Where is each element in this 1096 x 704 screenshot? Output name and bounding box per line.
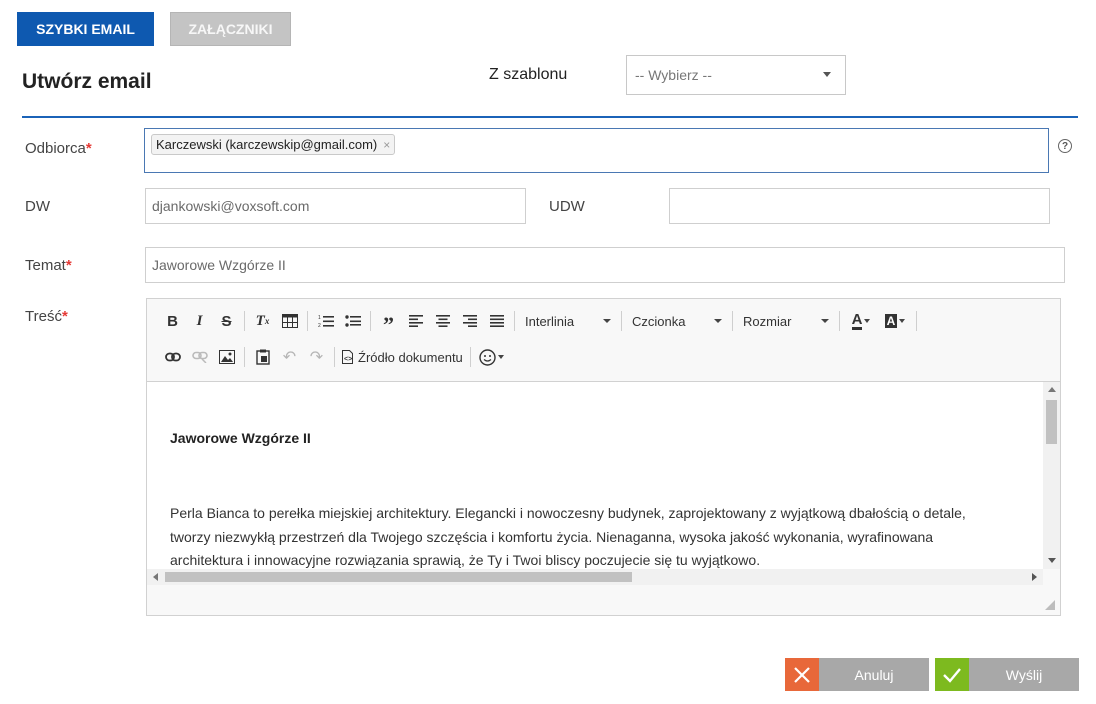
help-icon[interactable]: ? [1058, 139, 1072, 153]
bcc-field[interactable] [669, 188, 1050, 224]
line-height-dropdown[interactable]: Interlinia [519, 309, 617, 333]
text-color-icon[interactable]: A [844, 309, 878, 333]
chevron-down-icon [821, 319, 829, 323]
toolbar-separator [244, 347, 245, 367]
remove-chip-icon[interactable]: × [383, 138, 390, 152]
toolbar-separator [244, 311, 245, 331]
recipient-label-text: Odbiorca [25, 140, 86, 157]
table-icon[interactable] [276, 309, 303, 333]
template-label: Z szablonu [489, 66, 568, 83]
font-dropdown[interactable]: Czcionka [626, 309, 728, 333]
image-icon[interactable] [213, 345, 240, 369]
font-label: Czcionka [632, 313, 686, 329]
vertical-scrollbar[interactable] [1043, 382, 1060, 569]
close-icon [785, 658, 819, 691]
toolbar-separator [732, 311, 733, 331]
align-right-icon[interactable] [456, 309, 483, 333]
source-label: Źródło dokumentu [358, 349, 463, 365]
body-label: Treść* [25, 308, 68, 325]
recipient-chip-label: Karczewski (karczewskip@gmail.com) [156, 137, 378, 152]
scroll-right-icon[interactable] [1032, 573, 1037, 581]
redo-icon[interactable]: ↷ [303, 345, 330, 369]
toolbar-separator [469, 347, 471, 367]
source-button[interactable]: <> Źródło dokumentu [339, 345, 466, 369]
vertical-scroll-thumb[interactable] [1046, 400, 1057, 444]
send-button[interactable]: Wyślij [935, 658, 1079, 691]
scroll-up-icon[interactable] [1048, 387, 1056, 392]
rich-text-editor: B I S Tx 12 ” Interlinia Czcionka Rozmia… [146, 298, 1061, 616]
subject-field[interactable]: Jaworowe Wzgórze II [145, 247, 1065, 283]
toolbar-separator [916, 311, 917, 331]
template-select-value: -- Wybierz -- [635, 67, 712, 83]
paste-word-icon[interactable] [249, 345, 276, 369]
toolbar-separator [621, 311, 622, 331]
link-icon[interactable] [159, 345, 186, 369]
toolbar-separator [334, 347, 335, 367]
recipient-field[interactable]: Karczewski (karczewskip@gmail.com) × [144, 128, 1049, 173]
numbered-list-icon[interactable]: 12 [312, 309, 339, 333]
header-divider [22, 116, 1078, 118]
undo-icon[interactable]: ↶ [276, 345, 303, 369]
align-left-icon[interactable] [402, 309, 429, 333]
check-icon [935, 658, 969, 691]
content-paragraph: Perla Bianca to perełka miejskiej archit… [170, 505, 966, 568]
subject-label-text: Temat [25, 257, 66, 274]
blockquote-icon[interactable]: ” [375, 309, 402, 336]
emoji-icon[interactable] [475, 345, 509, 369]
line-height-label: Interlinia [525, 313, 575, 329]
size-dropdown[interactable]: Rozmiar [737, 309, 835, 333]
chevron-down-icon [603, 319, 611, 323]
editor-toolbar-row-2: ↶ ↷ <> Źródło dokumentu [159, 343, 509, 371]
subject-label: Temat* [25, 257, 72, 274]
background-color-icon[interactable]: A [878, 309, 912, 333]
recipient-label: Odbiorca* [25, 140, 92, 157]
editor-toolbar-row-1: B I S Tx 12 ” Interlinia Czcionka Rozmia… [159, 307, 921, 336]
cc-label: DW [25, 198, 50, 215]
recipient-chip: Karczewski (karczewskip@gmail.com) × [151, 134, 396, 155]
toolbar-separator [514, 311, 515, 331]
page-title: Utwórz email [22, 70, 152, 93]
italic-icon[interactable]: I [186, 309, 213, 333]
remove-format-icon[interactable]: Tx [249, 309, 276, 333]
toolbar-separator [370, 311, 371, 331]
scroll-down-icon[interactable] [1048, 558, 1056, 563]
editor-content[interactable]: Jaworowe Wzgórze II Perla Bianca to pere… [147, 381, 1060, 569]
bullet-list-icon[interactable] [339, 309, 366, 333]
body-label-text: Treść [25, 308, 62, 325]
scroll-left-icon[interactable] [153, 573, 158, 581]
required-mark: * [85, 140, 92, 157]
svg-text:2: 2 [318, 323, 321, 328]
cc-field[interactable]: djankowski@voxsoft.com [145, 188, 526, 224]
bcc-label: UDW [549, 198, 585, 215]
bold-icon[interactable]: B [159, 309, 186, 333]
align-justify-icon[interactable] [483, 309, 510, 333]
size-label: Rozmiar [743, 313, 792, 329]
chevron-down-icon [714, 319, 722, 323]
horizontal-scroll-thumb[interactable] [165, 572, 632, 582]
cancel-button[interactable]: Anuluj [785, 658, 929, 691]
chevron-down-icon [823, 72, 831, 77]
horizontal-scrollbar[interactable] [147, 569, 1043, 585]
required-mark: * [61, 308, 68, 325]
svg-text:<>: <> [344, 356, 352, 363]
unlink-icon[interactable] [186, 345, 213, 369]
svg-text:1: 1 [318, 315, 321, 321]
content-heading: Jaworowe Wzgórze II [170, 430, 311, 446]
tab-attachments[interactable]: ZAŁĄCZNIKI [170, 12, 291, 46]
toolbar-separator [307, 311, 308, 331]
align-center-icon[interactable] [429, 309, 456, 333]
cancel-label: Anuluj [854, 666, 894, 683]
required-mark: * [65, 257, 72, 274]
toolbar-separator [839, 311, 840, 331]
tab-quick-email[interactable]: SZYBKI EMAIL [17, 12, 154, 46]
resize-handle-icon[interactable] [1045, 600, 1055, 610]
strikethrough-icon[interactable]: S [213, 309, 240, 333]
send-label: Wyślij [1005, 666, 1043, 683]
template-select[interactable]: -- Wybierz -- [626, 55, 846, 95]
